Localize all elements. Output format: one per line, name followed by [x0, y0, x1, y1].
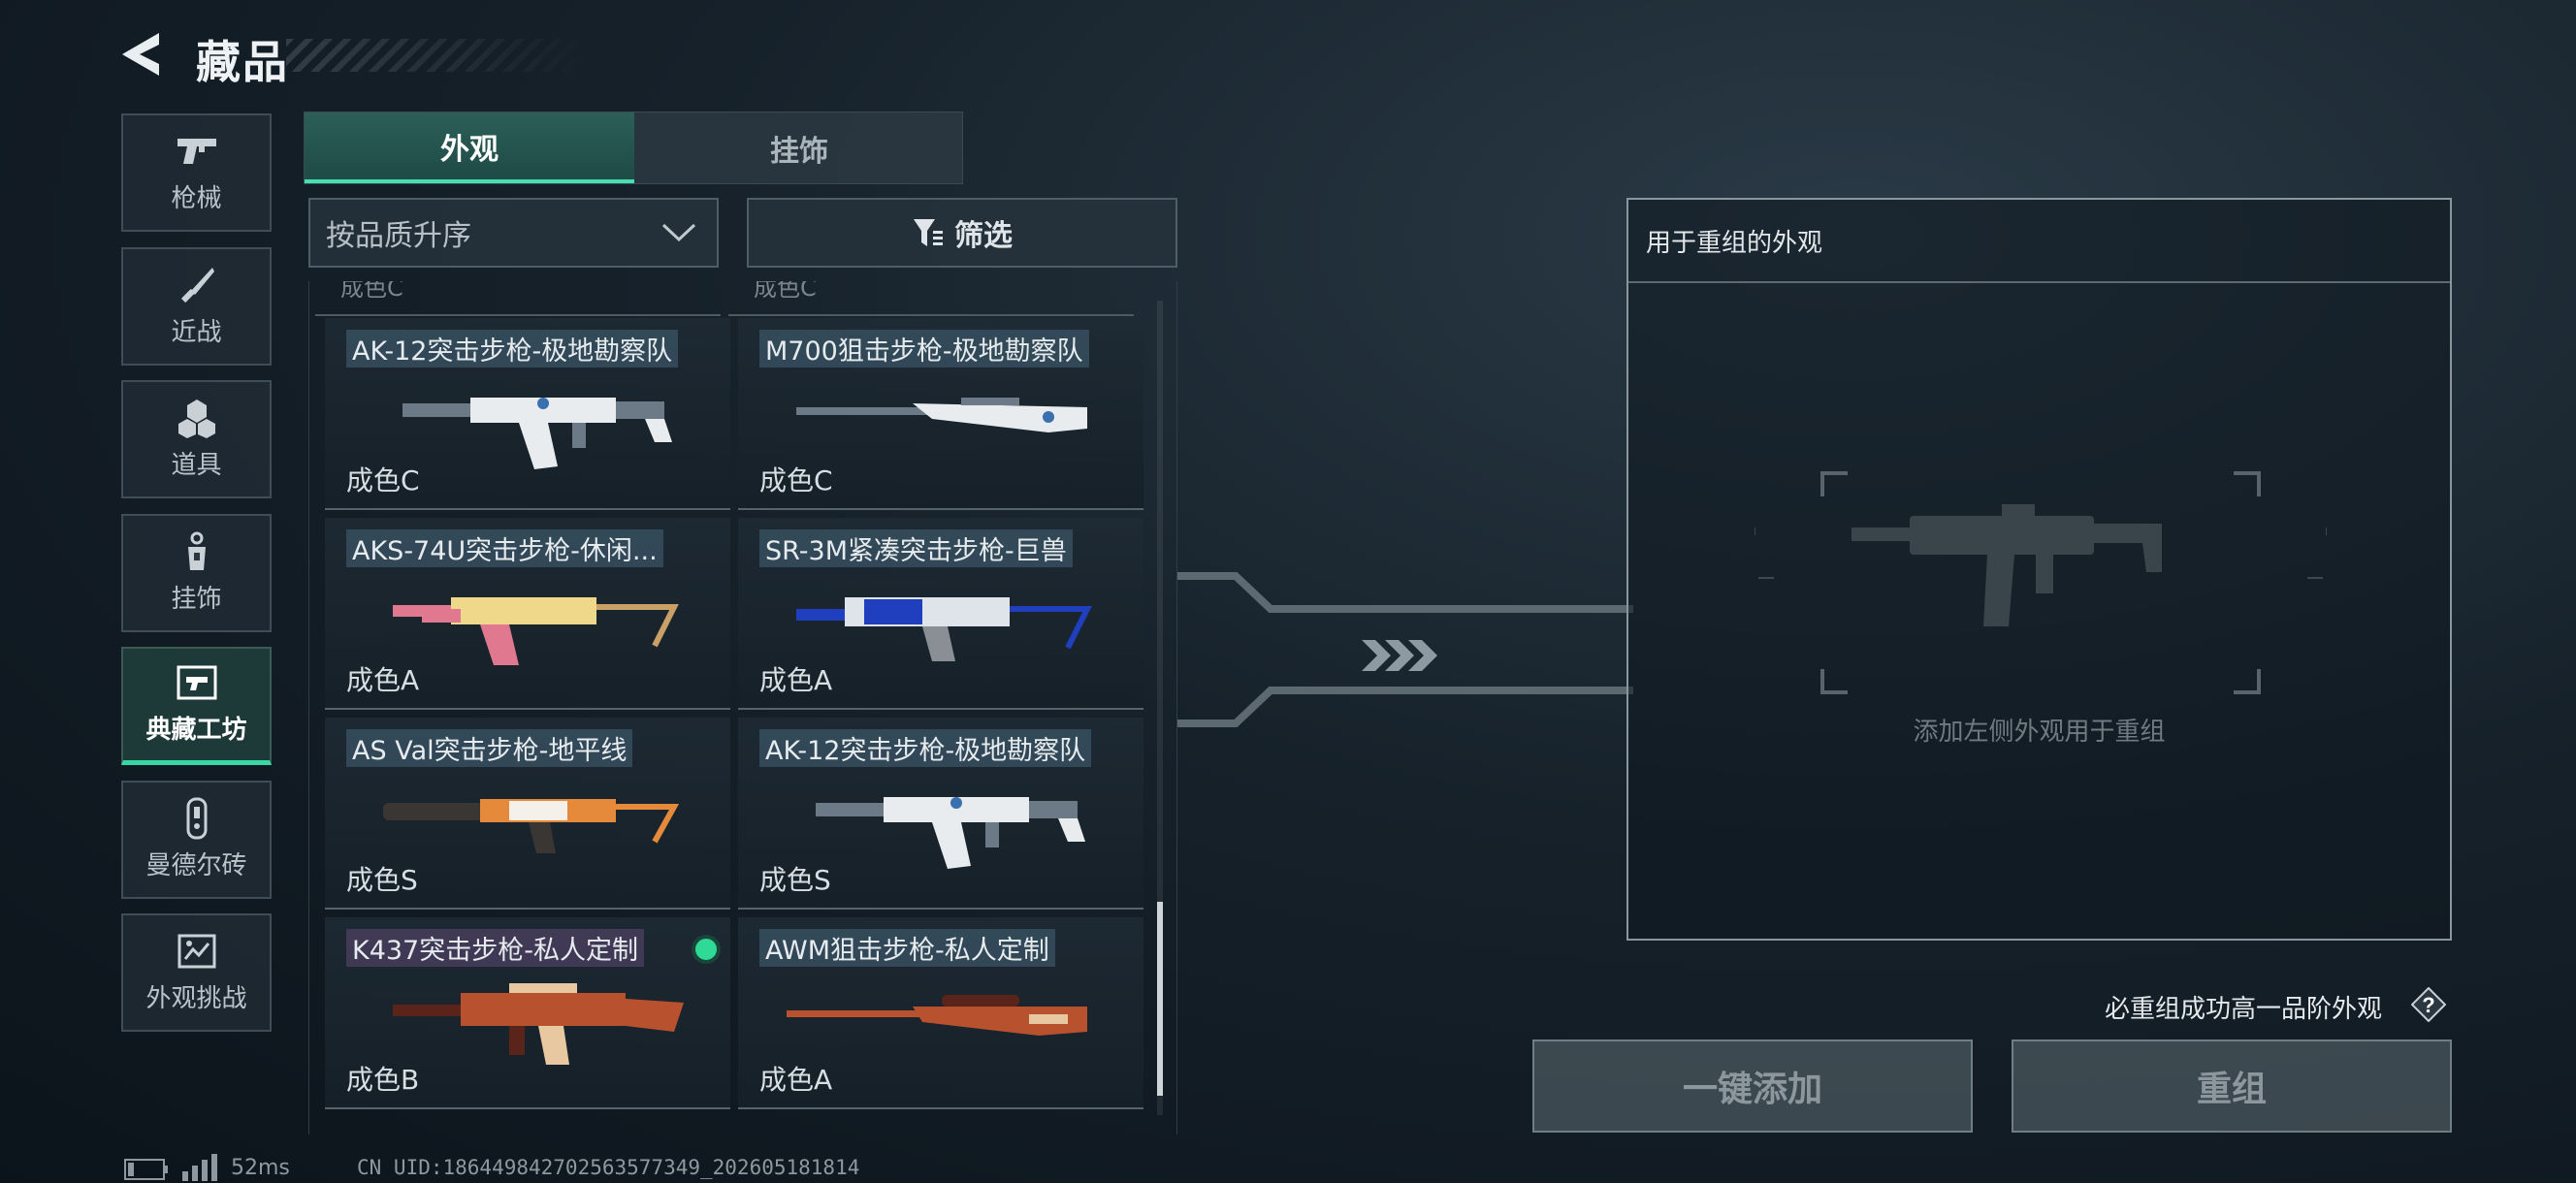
help-button[interactable]: ?: [2410, 986, 2447, 1023]
empty-hint: 添加左侧外观用于重组: [1913, 718, 2166, 747]
sniper-rifle-image: [796, 398, 1087, 432]
skin-grade: 成色C: [759, 464, 833, 496]
skin-name: K437突击步枪-私人定制: [346, 929, 644, 967]
sidebar-item-label: 枪械: [171, 183, 222, 213]
back-button[interactable]: [116, 29, 163, 80]
uid-text: CN UID:1864498427025635773​49_2026051818…: [357, 1156, 860, 1179]
sort-dropdown[interactable]: 按品质升序: [308, 198, 719, 268]
sidebar-item-label: 挂饰: [171, 584, 222, 614]
recombine-label: 重组: [2196, 1070, 2267, 1109]
skin-grade: 成色S: [759, 864, 831, 896]
sidebar-item-appearance-challenge[interactable]: 外观挑战: [121, 913, 272, 1032]
skin-grade: 成色B: [346, 1064, 420, 1096]
rifle-image: [393, 983, 684, 1065]
sidebar-item-label: 典藏工坊: [145, 716, 247, 745]
sidebar-item-charms[interactable]: 挂饰: [121, 514, 272, 632]
recombine-button[interactable]: 重组: [2012, 1039, 2452, 1133]
chevron-down-icon: [661, 223, 696, 242]
rifle-image: [402, 398, 672, 469]
skin-grade: 成色A: [759, 664, 833, 696]
svg-text:?: ?: [2422, 993, 2434, 1017]
skin-card-selected[interactable]: K437突击步枪-私人定制 成色B: [325, 917, 730, 1109]
list-scrollbar-thumb[interactable]: [1157, 902, 1163, 1096]
rifle-image: [816, 797, 1085, 869]
selected-check-icon: [692, 935, 721, 964]
sidebar-item-firearms[interactable]: 枪械: [121, 113, 272, 232]
panel-divider: [1628, 281, 2450, 283]
skin-card[interactable]: AK-12突击步枪-极地勘察队 成色C: [325, 318, 730, 510]
category-tabs: 外观 挂饰: [304, 112, 963, 184]
question-icon: ?: [2410, 986, 2447, 1023]
skin-name: M700狙击步枪-极地勘察队: [759, 330, 1089, 368]
list-partial-row: 成色C 成色C: [315, 281, 1169, 316]
sidebar-item-label: 近战: [171, 317, 222, 347]
sniper-rifle-image: [787, 995, 1087, 1036]
skin-list[interactable]: 成色C 成色C AK-12突击步枪-极地勘察队 成色C M700狙击步枪-极地勘…: [308, 281, 1177, 1135]
grenade-icon: [175, 399, 219, 438]
sort-value: 按品质升序: [326, 219, 471, 253]
skin-grade: 成色C: [346, 464, 420, 496]
skin-card[interactable]: M700狙击步枪-极地勘察队 成色C: [738, 318, 1143, 510]
skin-card[interactable]: SR-3M紧凑突击步枪-巨兽 成色A: [738, 518, 1143, 710]
skin-card[interactable]: AWM狙击步枪-私人定制 成色A: [738, 917, 1143, 1109]
charm-icon: [175, 531, 219, 571]
title-decoration: [286, 39, 596, 72]
partial-grade: 成色C: [315, 281, 721, 316]
knife-icon: [175, 266, 219, 304]
flow-connector: [1177, 572, 1633, 727]
signal-icon: [182, 1154, 217, 1181]
rifle-image: [796, 597, 1092, 661]
status-bar: 52ms CN UID:1864498427025635773​49_20260…: [124, 1154, 997, 1183]
skin-grade: 成色S: [346, 864, 418, 896]
recombine-panel: 用于重组的外观 添加左侧外观用于重组: [1626, 198, 2452, 941]
sidebar-item-label: 道具: [171, 450, 222, 480]
guarantee-text: 必重组成功高一品阶外观: [2105, 995, 2383, 1024]
sidebar-item-melee[interactable]: 近战: [121, 247, 272, 366]
skin-name: SR-3M紧凑突击步枪-巨兽: [759, 529, 1073, 567]
tab-appearance[interactable]: 外观: [305, 112, 634, 183]
challenge-icon: [175, 932, 219, 971]
tab-pendant[interactable]: 挂饰: [634, 112, 964, 183]
chevron-right-icon: [1362, 640, 1437, 671]
page-title: 藏品: [196, 36, 289, 88]
sidebar-item-label: 外观挑战: [145, 983, 247, 1013]
mandel-brick-icon: [175, 797, 219, 839]
battery-icon: [124, 1159, 168, 1180]
skin-name: AK-12突击步枪-极地勘察队: [759, 729, 1092, 767]
pistol-icon: [175, 132, 219, 171]
sidebar-item-mandel-brick[interactable]: 曼德尔砖: [121, 781, 272, 899]
panel-title: 用于重组的外观: [1646, 229, 1823, 258]
skin-grade: 成色A: [759, 1064, 833, 1096]
page-header: 藏品: [116, 21, 621, 89]
add-all-button[interactable]: 一键添加: [1532, 1039, 1973, 1133]
sidebar-item-items[interactable]: 道具: [121, 380, 272, 498]
ping-value: 52ms: [231, 1156, 290, 1180]
rifle-silhouette-icon: [1852, 504, 2162, 626]
skin-card[interactable]: AK-12突击步枪-极地勘察队 成色S: [738, 718, 1143, 910]
sidebar-item-collection-workshop[interactable]: 典藏工坊: [121, 647, 272, 765]
back-arrow-icon: [122, 33, 159, 76]
filter-label: 筛选: [954, 219, 1013, 253]
workshop-icon: [175, 663, 219, 702]
empty-slot-placeholder[interactable]: [1755, 471, 2327, 694]
skin-name: AS Val突击步枪-地平线: [346, 729, 633, 767]
skin-card[interactable]: AKS-74U突击步枪-休闲... 成色A: [325, 518, 730, 710]
skin-card[interactable]: AS Val突击步枪-地平线 成色S: [325, 718, 730, 910]
rifle-image: [393, 597, 679, 665]
skin-name: AWM狙击步枪-私人定制: [759, 929, 1055, 967]
skin-grade: 成色A: [346, 664, 420, 696]
add-all-label: 一键添加: [1682, 1070, 1822, 1109]
skin-name: AK-12突击步枪-极地勘察队: [346, 330, 679, 368]
rifle-image: [383, 799, 680, 853]
filter-icon: [914, 219, 943, 246]
skin-name: AKS-74U突击步枪-休闲...: [346, 529, 663, 567]
filter-button[interactable]: 筛选: [747, 198, 1177, 268]
partial-grade: 成色C: [728, 281, 1134, 316]
sidebar-item-label: 曼德尔砖: [145, 850, 247, 880]
